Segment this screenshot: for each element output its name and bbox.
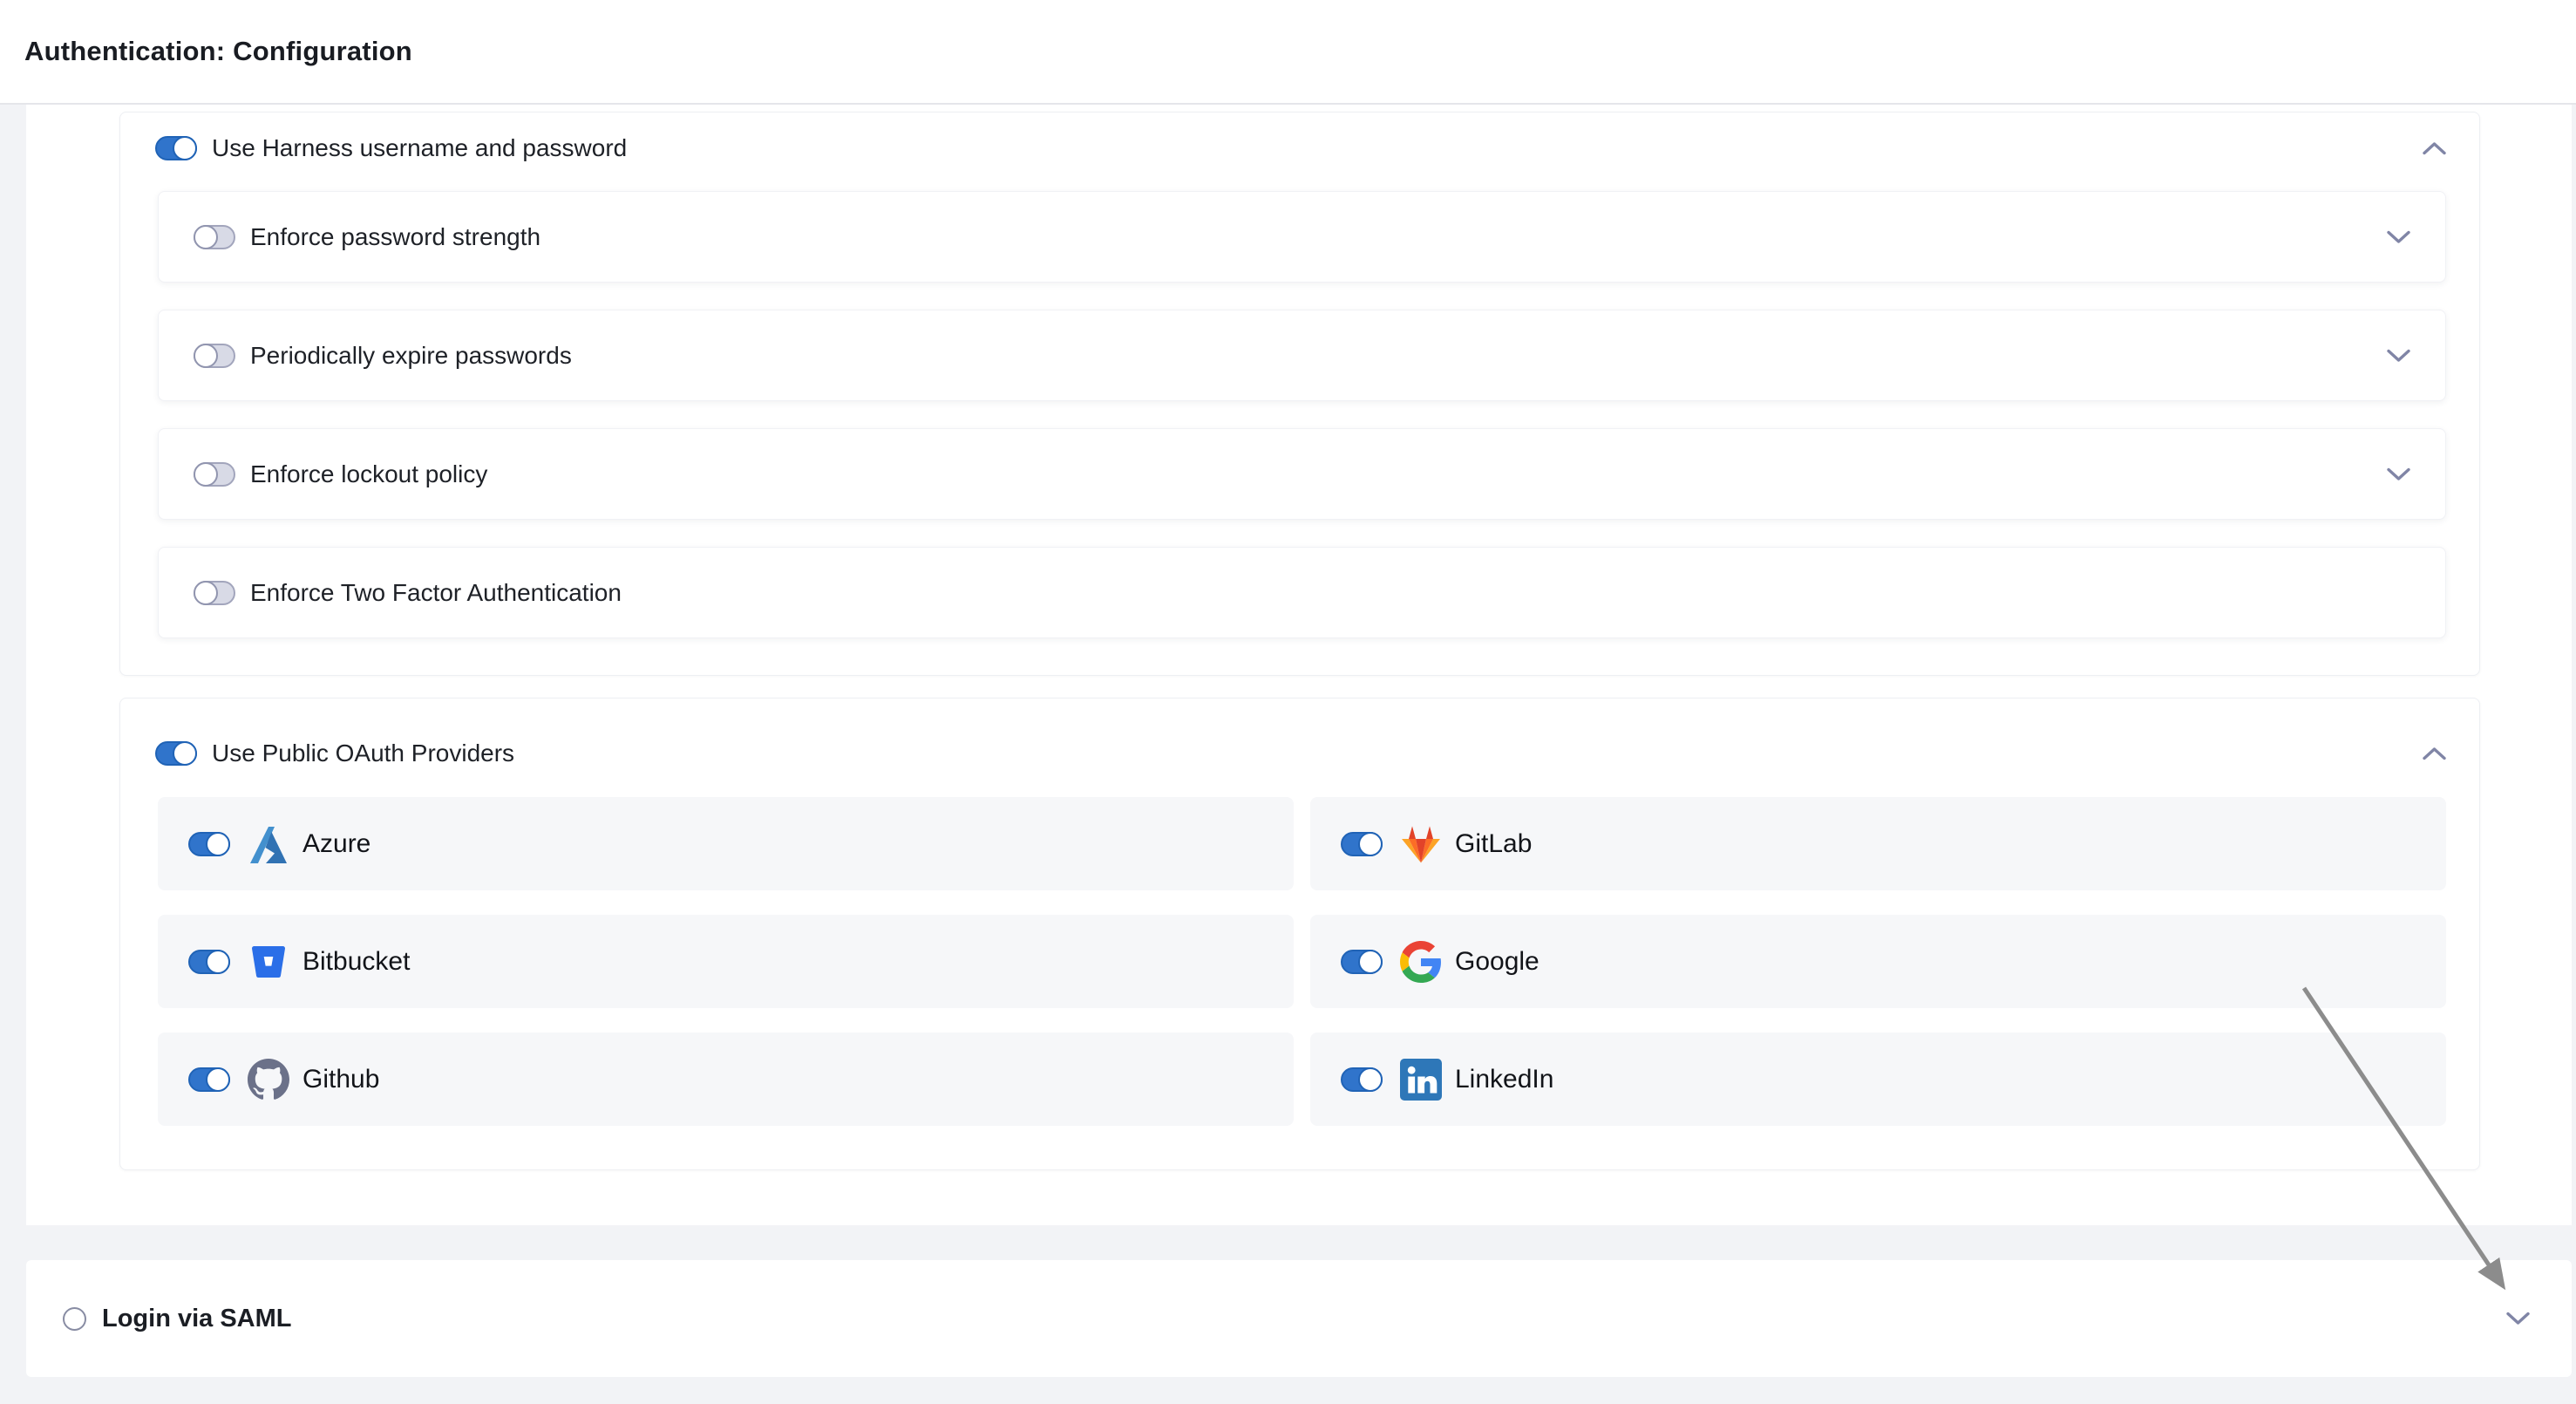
toggle-knob bbox=[173, 741, 197, 766]
toggle-knob bbox=[206, 1067, 230, 1092]
harness-login-header[interactable]: Use Harness username and password bbox=[120, 112, 2479, 162]
toggle-knob bbox=[194, 581, 218, 605]
toggle-knob bbox=[194, 344, 218, 368]
toggle-knob bbox=[1358, 832, 1383, 856]
harness-sub-settings: Enforce password strength Periodically e… bbox=[158, 191, 2444, 638]
azure-icon bbox=[247, 822, 290, 866]
chevron-down-icon[interactable] bbox=[2387, 230, 2410, 244]
provider-label: Bitbucket bbox=[302, 947, 410, 977]
toggle-knob bbox=[206, 950, 230, 974]
password-expiry-toggle[interactable] bbox=[194, 344, 235, 368]
auth-settings-panel: Use Harness username and password Enforc… bbox=[26, 105, 2572, 1225]
saml-radio[interactable] bbox=[63, 1307, 86, 1331]
provider-label: Google bbox=[1455, 947, 1539, 977]
linkedin-icon bbox=[1399, 1058, 1443, 1101]
gitlab-toggle[interactable] bbox=[1341, 832, 1383, 856]
saml-label: Login via SAML bbox=[102, 1305, 292, 1333]
password-strength-toggle[interactable] bbox=[194, 225, 235, 249]
provider-tile-azure: Azure bbox=[158, 797, 1294, 890]
oauth-label: Use Public OAuth Providers bbox=[212, 739, 514, 767]
toggle-knob bbox=[206, 832, 230, 856]
provider-tile-linkedin: LinkedIn bbox=[1310, 1033, 2446, 1126]
lockout-policy-toggle[interactable] bbox=[194, 462, 235, 487]
github-icon bbox=[247, 1058, 290, 1101]
page-header: Authentication: Configuration bbox=[0, 0, 2576, 105]
chevron-down-icon[interactable] bbox=[2506, 1312, 2530, 1326]
gitlab-icon bbox=[1399, 822, 1443, 866]
google-toggle[interactable] bbox=[1341, 950, 1383, 974]
provider-label: Github bbox=[302, 1065, 379, 1094]
provider-tile-bitbucket: Bitbucket bbox=[158, 915, 1294, 1008]
github-toggle[interactable] bbox=[188, 1067, 230, 1092]
bitbucket-toggle[interactable] bbox=[188, 950, 230, 974]
toggle-knob bbox=[194, 225, 218, 249]
two-factor-label: Enforce Two Factor Authentication bbox=[250, 579, 622, 607]
toggle-knob bbox=[173, 136, 197, 160]
azure-toggle[interactable] bbox=[188, 832, 230, 856]
linkedin-toggle[interactable] bbox=[1341, 1067, 1383, 1092]
provider-label: Azure bbox=[302, 829, 370, 859]
provider-label: LinkedIn bbox=[1455, 1065, 1553, 1094]
two-factor-row[interactable]: Enforce Two Factor Authentication bbox=[158, 547, 2446, 638]
bitbucket-icon bbox=[247, 940, 290, 984]
oauth-header[interactable]: Use Public OAuth Providers bbox=[120, 699, 2479, 767]
chevron-down-icon[interactable] bbox=[2387, 467, 2410, 481]
lockout-policy-row[interactable]: Enforce lockout policy bbox=[158, 428, 2446, 520]
provider-tile-gitlab: GitLab bbox=[1310, 797, 2446, 890]
chevron-down-icon[interactable] bbox=[2387, 349, 2410, 363]
oauth-providers-card: Use Public OAuth Providers Azure bbox=[119, 698, 2480, 1170]
password-expiry-label: Periodically expire passwords bbox=[250, 342, 572, 370]
two-factor-toggle[interactable] bbox=[194, 581, 235, 605]
google-icon bbox=[1399, 940, 1443, 984]
password-expiry-row[interactable]: Periodically expire passwords bbox=[158, 310, 2446, 401]
password-strength-row[interactable]: Enforce password strength bbox=[158, 191, 2446, 283]
provider-tile-google: Google bbox=[1310, 915, 2446, 1008]
provider-tile-github: Github bbox=[158, 1033, 1294, 1126]
chevron-up-icon[interactable] bbox=[2423, 141, 2446, 155]
toggle-knob bbox=[1358, 1067, 1383, 1092]
harness-login-card: Use Harness username and password Enforc… bbox=[119, 112, 2480, 676]
chevron-up-icon[interactable] bbox=[2423, 746, 2446, 760]
provider-label: GitLab bbox=[1455, 829, 1532, 859]
harness-login-label: Use Harness username and password bbox=[212, 134, 627, 162]
harness-login-toggle[interactable] bbox=[155, 136, 197, 160]
toggle-knob bbox=[194, 462, 218, 487]
lockout-policy-label: Enforce lockout policy bbox=[250, 460, 487, 488]
toggle-knob bbox=[1358, 950, 1383, 974]
saml-login-row[interactable]: Login via SAML bbox=[26, 1260, 2572, 1377]
oauth-provider-grid: Azure GitLab bbox=[158, 797, 2444, 1126]
password-strength-label: Enforce password strength bbox=[250, 223, 540, 251]
oauth-toggle[interactable] bbox=[155, 741, 197, 766]
page-title: Authentication: Configuration bbox=[24, 36, 412, 67]
